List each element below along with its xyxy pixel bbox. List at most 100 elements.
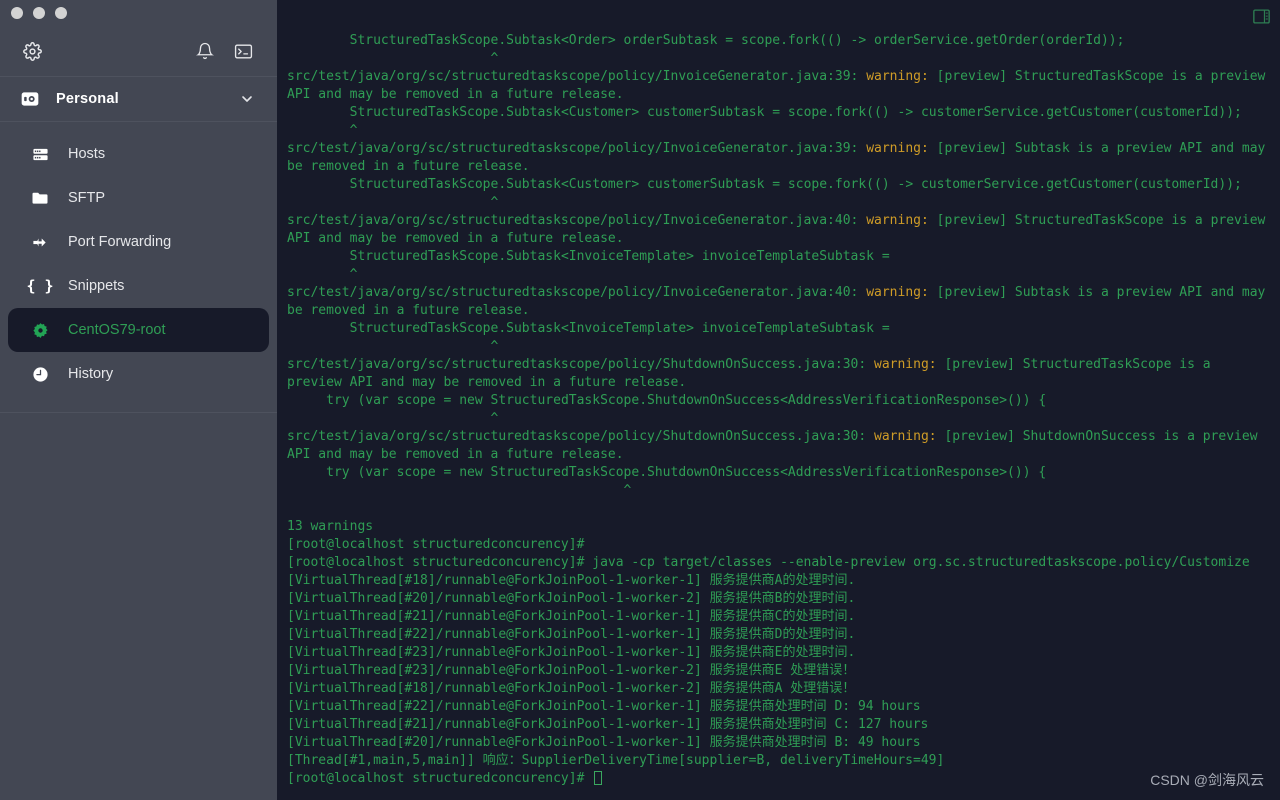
terminal-line-text: [root@localhost structuredconcurency]# j… — [287, 555, 1250, 570]
terminal-line: ^ — [287, 266, 1270, 284]
terminal-line: ^ — [287, 410, 1270, 428]
sidebar-item-centos79-root[interactable]: CentOS79-root — [8, 308, 269, 352]
sidebar-item-history[interactable]: History — [8, 352, 269, 396]
terminal-line-text: [VirtualThread[#20]/runnable@ForkJoinPoo… — [287, 735, 921, 750]
terminal-line: StructuredTaskScope.Subtask<Customer> cu… — [287, 176, 1270, 194]
terminal-line-text: [VirtualThread[#20]/runnable@ForkJoinPoo… — [287, 591, 856, 606]
terminal-icon[interactable] — [231, 39, 255, 63]
terminal-line: ^ — [287, 122, 1270, 140]
terminal-line: [root@localhost structuredconcurency]# j… — [287, 554, 1270, 572]
sidebar-item-port-forwarding[interactable]: Port Forwarding — [8, 220, 269, 264]
window-titlebar — [0, 0, 277, 26]
terminal-line: [VirtualThread[#20]/runnable@ForkJoinPoo… — [287, 734, 1270, 752]
terminal-line-path: src/test/java/org/sc/structuredtaskscope… — [287, 429, 874, 444]
sidebar-item-label: Port Forwarding — [68, 233, 172, 250]
terminal-line: StructuredTaskScope.Subtask<InvoiceTempl… — [287, 248, 1270, 266]
terminal-line-text: try (var scope = new StructuredTaskScope… — [287, 465, 1047, 480]
terminal-line-text: 13 warnings — [287, 519, 374, 534]
terminal-line-path: src/test/java/org/sc/structuredtaskscope… — [287, 357, 874, 372]
terminal-line-path: src/test/java/org/sc/structuredtaskscope… — [287, 69, 867, 84]
sidebar-item-sftp[interactable]: SFTP — [8, 176, 269, 220]
folder-icon — [30, 188, 50, 208]
terminal-line: ^ — [287, 482, 1270, 500]
terminal-warning-label: warning: — [874, 357, 937, 372]
terminal-line-text: ^ — [287, 483, 632, 498]
terminal-line-text: [VirtualThread[#22]/runnable@ForkJoinPoo… — [287, 699, 921, 714]
terminal-line: ^ — [287, 50, 1270, 68]
app-window: Personal Hosts SFTP Port Forwarding {} … — [0, 0, 1280, 800]
terminal-line-path: src/test/java/org/sc/structuredtaskscope… — [287, 141, 867, 156]
terminal-line: src/test/java/org/sc/structuredtaskscope… — [287, 140, 1270, 176]
terminal-line: [root@localhost structuredconcurency]# — [287, 536, 1270, 554]
terminal-line: src/test/java/org/sc/structuredtaskscope… — [287, 428, 1270, 464]
terminal-line-text: StructuredTaskScope.Subtask<InvoiceTempl… — [287, 249, 890, 264]
terminal-warning-label: warning: — [866, 69, 929, 84]
terminal-line: [VirtualThread[#21]/runnable@ForkJoinPoo… — [287, 716, 1270, 734]
window-zoom-button[interactable] — [55, 7, 67, 19]
terminal-line-text: [VirtualThread[#21]/runnable@ForkJoinPoo… — [287, 717, 929, 732]
terminal-warning-label: warning: — [866, 141, 929, 156]
terminal-line-text: [VirtualThread[#22]/runnable@ForkJoinPoo… — [287, 627, 856, 642]
braces-icon: { } — [26, 277, 54, 295]
terminal-line: [VirtualThread[#21]/runnable@ForkJoinPoo… — [287, 608, 1270, 626]
terminal-line: [VirtualThread[#23]/runnable@ForkJoinPoo… — [287, 662, 1270, 680]
vault-icon — [20, 89, 40, 109]
terminal-line-text: StructuredTaskScope.Subtask<Customer> cu… — [287, 177, 1242, 192]
terminal-output: StructuredTaskScope.Subtask<Order> order… — [277, 32, 1280, 800]
sidebar-item-hosts[interactable]: Hosts — [8, 132, 269, 176]
terminal-line: src/test/java/org/sc/structuredtaskscope… — [287, 68, 1270, 104]
account-selector[interactable]: Personal — [0, 77, 277, 121]
gear-solid-icon — [30, 320, 50, 340]
sidebar-item-label: CentOS79-root — [68, 321, 166, 338]
clock-icon — [30, 364, 50, 384]
terminal-line: [VirtualThread[#20]/runnable@ForkJoinPoo… — [287, 590, 1270, 608]
terminal-line-text: [VirtualThread[#18]/runnable@ForkJoinPoo… — [287, 573, 856, 588]
terminal-line-text: try (var scope = new StructuredTaskScope… — [287, 393, 1047, 408]
chevron-down-icon[interactable] — [239, 91, 255, 107]
terminal-line: [root@localhost structuredconcurency]# — [287, 770, 1270, 788]
terminal-line: src/test/java/org/sc/structuredtaskscope… — [287, 212, 1270, 248]
sidebar-item-label: Snippets — [68, 277, 125, 294]
window-minimize-button[interactable] — [33, 7, 45, 19]
split-pane-icon[interactable] — [1253, 8, 1270, 24]
terminal-line: [Thread[#1,main,5,main]] 响应：SupplierDeli… — [287, 752, 1270, 770]
terminal-line-text: ^ — [287, 195, 499, 210]
sidebar-item-label: Hosts — [68, 145, 106, 162]
terminal-line-text: [VirtualThread[#23]/runnable@ForkJoinPoo… — [287, 663, 856, 678]
terminal-line-text: [root@localhost structuredconcurency]# — [287, 537, 585, 552]
account-name: Personal — [56, 91, 119, 107]
sidebar-toolbar — [0, 26, 277, 76]
terminal-line-text: [Thread[#1,main,5,main]] 响应：SupplierDeli… — [287, 753, 945, 768]
terminal-line: ^ — [287, 338, 1270, 356]
sidebar-bottom-divider — [0, 412, 277, 413]
terminal-line: [VirtualThread[#18]/runnable@ForkJoinPoo… — [287, 680, 1270, 698]
sidebar: Personal Hosts SFTP Port Forwarding {} … — [0, 0, 277, 800]
terminal-line-text: ^ — [287, 267, 358, 282]
terminal-line: src/test/java/org/sc/structuredtaskscope… — [287, 284, 1270, 320]
bell-icon[interactable] — [193, 39, 217, 63]
window-close-button[interactable] — [11, 7, 23, 19]
terminal-warning-label: warning: — [874, 429, 937, 444]
terminal-line: [VirtualThread[#22]/runnable@ForkJoinPoo… — [287, 626, 1270, 644]
terminal-line: StructuredTaskScope.Subtask<Customer> cu… — [287, 104, 1270, 122]
terminal-line-path: src/test/java/org/sc/structuredtaskscope… — [287, 285, 867, 300]
terminal-line-text: [root@localhost structuredconcurency]# — [287, 771, 593, 786]
terminal-pane[interactable]: StructuredTaskScope.Subtask<Order> order… — [277, 0, 1280, 800]
sidebar-item-label: History — [68, 365, 114, 382]
terminal-line: StructuredTaskScope.Subtask<InvoiceTempl… — [287, 320, 1270, 338]
terminal-line-text: ^ — [287, 51, 499, 66]
sidebar-item-label: SFTP — [68, 189, 106, 206]
terminal-line-text: ^ — [287, 411, 499, 426]
terminal-line-text: ^ — [287, 339, 499, 354]
terminal-line: src/test/java/org/sc/structuredtaskscope… — [287, 356, 1270, 392]
terminal-line: try (var scope = new StructuredTaskScope… — [287, 464, 1270, 482]
terminal-line: [VirtualThread[#22]/runnable@ForkJoinPoo… — [287, 698, 1270, 716]
terminal-line-text: [VirtualThread[#23]/runnable@ForkJoinPoo… — [287, 645, 856, 660]
gear-icon[interactable] — [20, 39, 44, 63]
terminal-line: StructuredTaskScope.Subtask<Order> order… — [287, 32, 1270, 50]
terminal-line-text: [VirtualThread[#18]/runnable@ForkJoinPoo… — [287, 681, 856, 696]
sidebar-item-snippets[interactable]: { } Snippets — [8, 264, 269, 308]
server-icon — [30, 144, 50, 164]
terminal-line-text: StructuredTaskScope.Subtask<InvoiceTempl… — [287, 321, 890, 336]
